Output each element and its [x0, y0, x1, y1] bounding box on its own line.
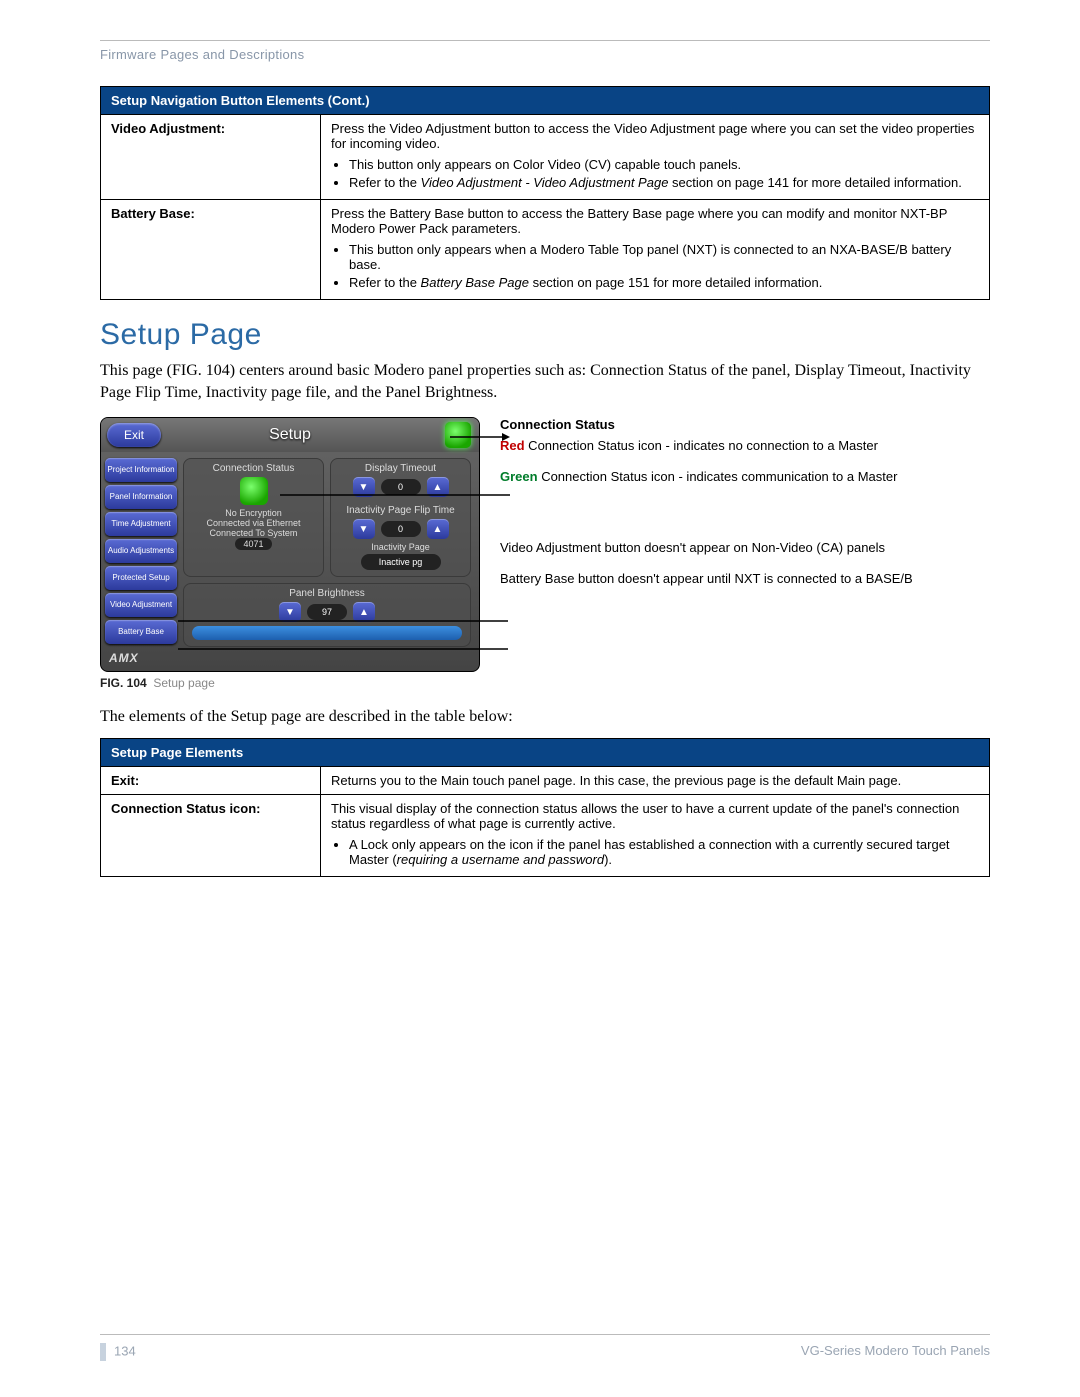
intro-text: This page (FIG. 104) centers around basi…: [100, 360, 990, 403]
decrease-button[interactable]: ▼: [353, 519, 375, 539]
figure-annotations: Connection Status Red Connection Status …: [480, 417, 990, 602]
ann-note2: Battery Base button doesn't appear until…: [500, 571, 990, 588]
panel-title: Setup: [101, 426, 479, 444]
row-exit-label: Exit:: [101, 766, 321, 794]
sidebar-item-audio[interactable]: Audio Adjustments: [105, 539, 177, 563]
setup-elements-table: Setup Page Elements Exit: Returns you to…: [100, 738, 990, 877]
panel-sidebar: Project Information Panel Information Ti…: [105, 458, 177, 644]
panel-screenshot: Exit Setup Project Information Panel Inf…: [100, 417, 480, 672]
page-footer: 134 VG-Series Modero Touch Panels: [100, 1334, 990, 1361]
group-connection: Connection Status No Encryption Connecte…: [183, 458, 324, 577]
nav-elements-table: Setup Navigation Button Elements (Cont.)…: [100, 86, 990, 300]
status-icon: [240, 477, 268, 505]
row-conn-label: Connection Status icon:: [101, 794, 321, 876]
breadcrumb: Firmware Pages and Descriptions: [100, 47, 990, 62]
group-display-timeout: Display Timeout ▼ 0 ▲ Inactivity Page Fl…: [330, 458, 471, 577]
decrease-button[interactable]: ▼: [279, 602, 301, 622]
amx-logo: AMX: [109, 651, 139, 665]
sidebar-item-project[interactable]: Project Information: [105, 458, 177, 482]
row-conn-desc: This visual display of the connection st…: [321, 794, 990, 876]
row-battery-desc: Press the Battery Base button to access …: [321, 200, 990, 300]
figure-caption: FIG. 104 Setup page: [100, 676, 990, 690]
inactivity-page-value: Inactive pg: [361, 554, 441, 570]
table2-heading: Setup Page Elements: [101, 738, 990, 766]
page-title: Setup Page: [100, 318, 990, 352]
sidebar-item-video[interactable]: Video Adjustment: [105, 593, 177, 617]
connection-status-icon[interactable]: [445, 422, 471, 448]
sidebar-item-protected[interactable]: Protected Setup: [105, 566, 177, 590]
doc-title: VG-Series Modero Touch Panels: [801, 1343, 990, 1361]
group-brightness: Panel Brightness ▼ 97 ▲: [183, 583, 471, 647]
row-video-adj-label: Video Adjustment:: [101, 115, 321, 200]
brightness-value: 97: [307, 604, 347, 620]
display-timeout-value: 0: [381, 479, 421, 495]
page-number: 134: [114, 1343, 136, 1358]
row-video-adj-desc: Press the Video Adjustment button to acc…: [321, 115, 990, 200]
increase-button[interactable]: ▲: [427, 519, 449, 539]
row-exit-desc: Returns you to the Main touch panel page…: [321, 766, 990, 794]
decrease-button[interactable]: ▼: [353, 477, 375, 497]
increase-button[interactable]: ▲: [427, 477, 449, 497]
sidebar-item-battery[interactable]: Battery Base: [105, 620, 177, 644]
figure-block: Exit Setup Project Information Panel Inf…: [100, 417, 990, 672]
inactivity-value: 0: [381, 521, 421, 537]
lead2: The elements of the Setup page are descr…: [100, 706, 990, 728]
ann-red: Red Connection Status icon - indicates n…: [500, 438, 990, 455]
brightness-slider[interactable]: [192, 626, 462, 640]
increase-button[interactable]: ▲: [353, 602, 375, 622]
ann-title: Connection Status: [500, 417, 990, 432]
sidebar-item-panel-info[interactable]: Panel Information: [105, 485, 177, 509]
row-battery-label: Battery Base:: [101, 200, 321, 300]
sidebar-item-time[interactable]: Time Adjustment: [105, 512, 177, 536]
ann-note1: Video Adjustment button doesn't appear o…: [500, 540, 990, 557]
table1-heading: Setup Navigation Button Elements (Cont.): [101, 87, 990, 115]
ann-green: Green Connection Status icon - indicates…: [500, 469, 990, 486]
